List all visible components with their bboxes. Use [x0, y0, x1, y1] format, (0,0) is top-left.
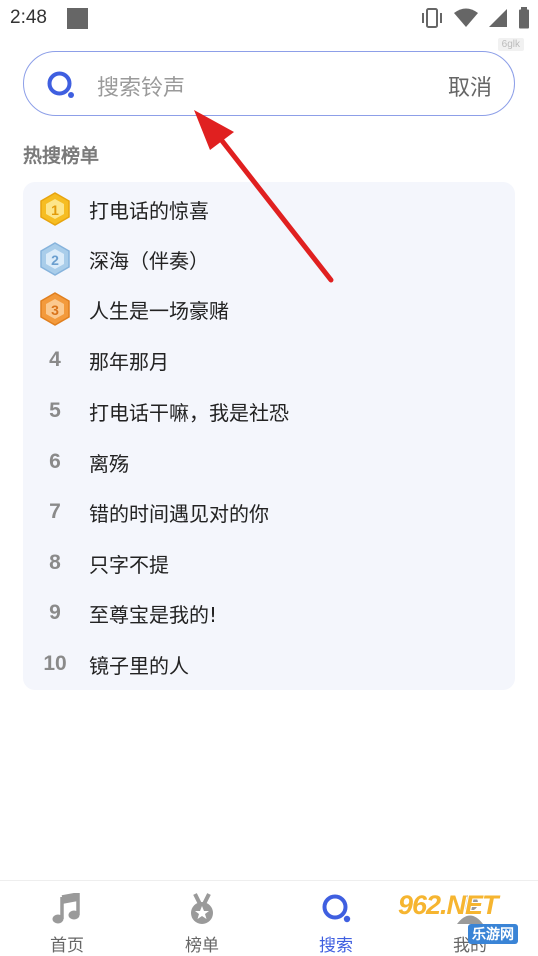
song-title: 镜子里的人 [89, 653, 189, 678]
cancel-button[interactable]: 取消 [448, 70, 492, 102]
wifi-icon [454, 8, 478, 27]
search-icon [47, 71, 74, 98]
song-title: 打电话干嘛，我是社恐 [89, 400, 289, 425]
song-title: 只字不提 [89, 552, 169, 577]
rank-number: 10 [43, 652, 67, 675]
list-item[interactable]: 7 错的时间遇见对的你 [23, 487, 515, 537]
search-bar[interactable]: 搜索铃声 取消 [23, 51, 515, 116]
signal-icon [489, 9, 507, 27]
nav-label: 搜索 [319, 936, 353, 956]
rank-number: 9 [49, 601, 61, 624]
bronze-medal-icon: 3 [40, 292, 70, 326]
music-note-icon [52, 893, 80, 924]
rank-number: 4 [49, 348, 61, 371]
list-item[interactable]: 10 镜子里的人 [23, 639, 515, 689]
status-icons [420, 7, 530, 29]
song-title: 深海（伴奏） [89, 248, 209, 273]
list-item[interactable]: 4 那年那月 [23, 335, 515, 385]
search-icon [322, 894, 351, 923]
gold-medal-icon: 1 [40, 192, 70, 226]
rank-number: 7 [49, 500, 61, 523]
site-watermark: 962.NET 乐游网 [398, 890, 532, 950]
list-item[interactable]: 9 至尊宝是我的! [23, 588, 515, 638]
vibrate-icon [422, 8, 442, 28]
song-title: 离殇 [89, 451, 129, 476]
list-item[interactable]: 8 只字不提 [23, 538, 515, 588]
nav-charts[interactable]: 榜单 [152, 881, 252, 956]
nav-home[interactable]: 首页 [17, 881, 117, 956]
hot-search-title: 热搜榜单 [23, 145, 100, 167]
list-item[interactable]: 1 打电话的惊喜 [23, 184, 515, 234]
watermark-sub: 乐游网 [468, 924, 518, 944]
list-item[interactable]: 6 离殇 [23, 437, 515, 487]
rank-number: 5 [49, 399, 61, 422]
list-item[interactable]: 3 人生是一场豪赌 [23, 284, 515, 334]
notification-icon [67, 8, 88, 29]
rank-number: 2 [51, 252, 59, 268]
search-input[interactable]: 搜索铃声 [97, 70, 185, 102]
list-item[interactable]: 5 打电话干嘛，我是社恐 [23, 386, 515, 436]
rank-number: 6 [49, 450, 61, 473]
status-bar: 2:48 [0, 0, 538, 38]
song-title: 至尊宝是我的! [89, 602, 218, 627]
status-time: 2:48 [10, 7, 47, 28]
rank-number: 8 [49, 551, 61, 574]
rank-number: 1 [51, 202, 59, 218]
watermark-tag: 6glk [497, 38, 524, 51]
rank-number: 3 [51, 302, 59, 318]
list-item[interactable]: 2 深海（伴奏） [23, 234, 515, 284]
nav-label: 榜单 [185, 936, 219, 956]
hot-search-list: 1 打电话的惊喜 2 深海（伴奏） 3 人生是一场豪赌 4 那年那月 5 打电话… [23, 182, 515, 690]
nav-label: 首页 [50, 936, 84, 956]
watermark-brand: 962.NET [398, 890, 499, 920]
battery-icon [519, 7, 529, 29]
song-title: 人生是一场豪赌 [89, 298, 229, 323]
silver-medal-icon: 2 [40, 242, 70, 276]
medal-icon [191, 893, 213, 924]
song-title: 打电话的惊喜 [89, 198, 209, 223]
song-title: 错的时间遇见对的你 [89, 501, 269, 526]
song-title: 那年那月 [89, 349, 169, 374]
nav-search[interactable]: 搜索 [286, 881, 386, 956]
